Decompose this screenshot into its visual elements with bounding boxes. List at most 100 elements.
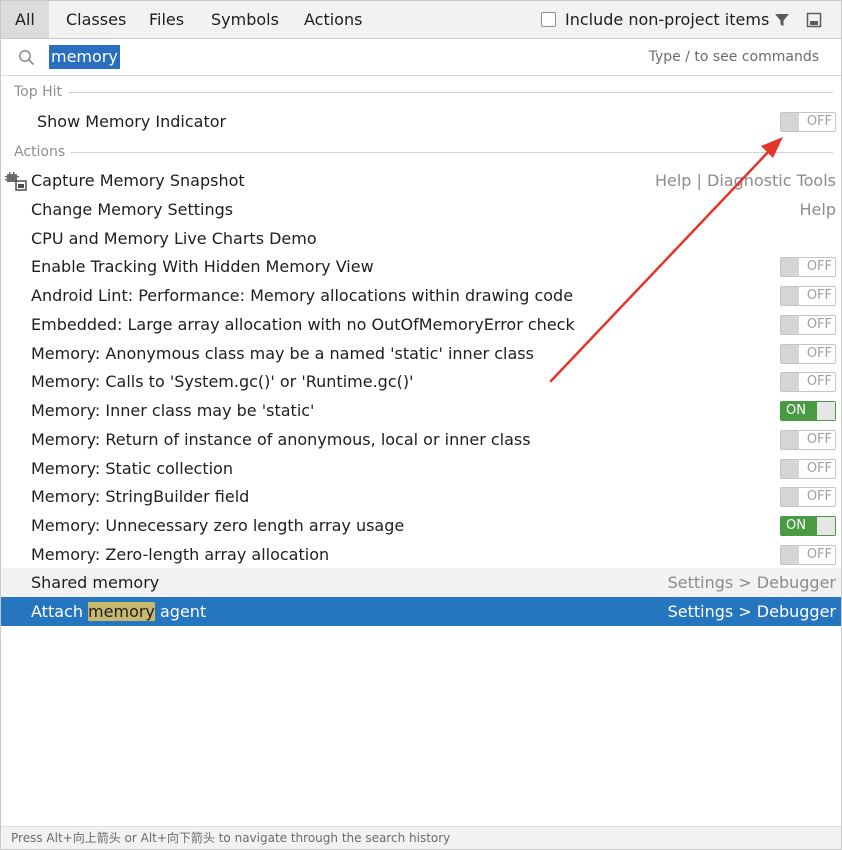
filter-icon[interactable]	[774, 12, 790, 28]
result-label: CPU and Memory Live Charts Demo	[31, 229, 317, 248]
section-divider	[69, 92, 833, 93]
result-row-shared-memory[interactable]: Shared memory Settings > Debugger	[1, 568, 841, 597]
tabs-bar: All Classes Files Symbols Actions Includ…	[1, 1, 841, 39]
toggle-state: OFF	[806, 547, 832, 562]
result-label: Show Memory Indicator	[37, 112, 227, 131]
toggle-knob	[781, 546, 799, 564]
result-label: Memory: StringBuilder field	[31, 487, 250, 506]
toggle-knob	[781, 287, 799, 305]
result-row-stringbuilder-field[interactable]: Memory: StringBuilder field OFF	[1, 482, 841, 511]
toggle-knob	[781, 345, 799, 363]
toggle-state: OFF	[806, 346, 832, 361]
tab-symbols[interactable]: Symbols	[197, 1, 293, 38]
result-label: Shared memory	[31, 573, 160, 592]
toggle-switch[interactable]: OFF	[780, 430, 836, 450]
result-row-cpu-memory-charts[interactable]: CPU and Memory Live Charts Demo	[1, 224, 841, 253]
result-row-return-instance[interactable]: Memory: Return of instance of anonymous,…	[1, 425, 841, 454]
result-label: Attach memory agent	[31, 597, 206, 626]
toggle-switch[interactable]: OFF	[780, 344, 836, 364]
result-row-show-memory-indicator[interactable]: Show Memory Indicator OFF	[1, 107, 841, 136]
toggle-switch[interactable]: ON	[780, 516, 836, 536]
toggle-switch[interactable]: OFF	[780, 286, 836, 306]
result-row-capture-memory-snapshot[interactable]: Capture Memory Snapshot Help | Diagnosti…	[1, 166, 841, 195]
tab-actions[interactable]: Actions	[290, 1, 376, 38]
result-row-attach-memory-agent[interactable]: Attach memory agent Settings > Debugger	[1, 597, 841, 626]
toggle-knob	[781, 488, 799, 506]
result-label: Memory: Inner class may be 'static'	[31, 401, 315, 420]
section-actions: Actions	[1, 141, 841, 163]
result-label: Memory: Return of instance of anonymous,…	[31, 430, 531, 449]
result-location: Help	[799, 200, 836, 219]
tab-files[interactable]: Files	[135, 1, 198, 38]
search-hint: Type / to see commands	[648, 49, 819, 65]
checkbox-box[interactable]	[541, 12, 556, 27]
section-top-hit: Top Hit	[1, 81, 841, 103]
toggle-knob	[781, 373, 799, 391]
result-label: Enable Tracking With Hidden Memory View	[31, 257, 374, 276]
result-location: Settings > Debugger	[667, 602, 836, 621]
toggle-state: ON	[786, 403, 806, 418]
result-location: Settings > Debugger	[667, 573, 836, 592]
result-label: Android Lint: Performance: Memory alloca…	[31, 286, 574, 305]
status-footer: Press Alt+向上箭头 or Alt+向下箭头 to navigate t…	[1, 826, 841, 849]
pin-window-icon[interactable]	[806, 12, 822, 28]
toggle-knob	[781, 113, 799, 131]
include-non-project-checkbox[interactable]: Include non-project items	[541, 1, 769, 38]
toggle-switch[interactable]: ON	[780, 401, 836, 421]
match-highlight: memory	[88, 602, 155, 621]
result-label: Memory: Unnecessary zero length array us…	[31, 516, 405, 535]
label-suffix: agent	[154, 602, 207, 621]
toggle-switch[interactable]: OFF	[780, 459, 836, 479]
result-label: Memory: Static collection	[31, 459, 233, 478]
toggle-knob	[817, 402, 835, 420]
result-label: Capture Memory Snapshot	[31, 171, 245, 190]
toggle-switch[interactable]: OFF	[780, 315, 836, 335]
result-row-embedded-array[interactable]: Embedded: Large array allocation with no…	[1, 310, 841, 339]
toggle-switch[interactable]: OFF	[780, 487, 836, 507]
result-label: Memory: Zero-length array allocation	[31, 545, 330, 564]
tab-classes[interactable]: Classes	[52, 1, 140, 38]
search-input[interactable]: memory	[49, 45, 120, 69]
toggle-state: OFF	[806, 288, 832, 303]
section-title-top-hit: Top Hit	[14, 81, 68, 103]
result-label: Memory: Calls to 'System.gc()' or 'Runti…	[31, 372, 414, 391]
search-row: memory Type / to see commands	[1, 39, 841, 76]
result-row-android-lint[interactable]: Android Lint: Performance: Memory alloca…	[1, 281, 841, 310]
result-label: Change Memory Settings	[31, 200, 234, 219]
memory-snapshot-icon	[5, 172, 27, 191]
result-row-static-collection[interactable]: Memory: Static collection OFF	[1, 454, 841, 483]
search-everywhere-popup: All Classes Files Symbols Actions Includ…	[0, 0, 842, 850]
toggle-switch[interactable]: OFF	[780, 112, 836, 132]
result-label: Memory: Anonymous class may be a named '…	[31, 344, 534, 363]
toggle-switch[interactable]: OFF	[780, 545, 836, 565]
result-row-change-memory-settings[interactable]: Change Memory Settings Help	[1, 195, 841, 224]
toggle-knob	[781, 431, 799, 449]
result-row-enable-tracking[interactable]: Enable Tracking With Hidden Memory View …	[1, 252, 841, 281]
search-icon	[19, 50, 35, 66]
section-title-actions: Actions	[14, 141, 72, 163]
result-location: Help | Diagnostic Tools	[654, 171, 836, 190]
toggle-switch[interactable]: OFF	[780, 257, 836, 277]
include-non-project-label: Include non-project items	[565, 10, 770, 29]
toggle-state: OFF	[806, 432, 832, 447]
result-row-inner-class-static[interactable]: Memory: Inner class may be 'static' ON	[1, 396, 841, 425]
result-row-zero-length-allocation[interactable]: Memory: Zero-length array allocation OFF	[1, 540, 841, 569]
label-prefix: Attach	[31, 602, 89, 621]
toggle-state: OFF	[806, 461, 832, 476]
footer-hint: Press Alt+向上箭头 or Alt+向下箭头 to navigate t…	[11, 831, 451, 845]
toggle-state: OFF	[806, 489, 832, 504]
tab-all[interactable]: All	[1, 1, 49, 38]
toggle-state: OFF	[806, 317, 832, 332]
toggle-state: OFF	[806, 374, 832, 389]
toggle-state: ON	[786, 518, 806, 533]
result-row-system-gc[interactable]: Memory: Calls to 'System.gc()' or 'Runti…	[1, 367, 841, 396]
toggle-knob	[781, 258, 799, 276]
toggle-knob	[817, 517, 835, 535]
result-label: Embedded: Large array allocation with no…	[31, 315, 575, 334]
toggle-switch[interactable]: OFF	[780, 372, 836, 392]
toggle-state: OFF	[806, 114, 832, 129]
toggle-state: OFF	[806, 259, 832, 274]
toggle-knob	[781, 316, 799, 334]
result-row-unnecessary-zero-length[interactable]: Memory: Unnecessary zero length array us…	[1, 511, 841, 540]
result-row-anonymous-class[interactable]: Memory: Anonymous class may be a named '…	[1, 339, 841, 368]
